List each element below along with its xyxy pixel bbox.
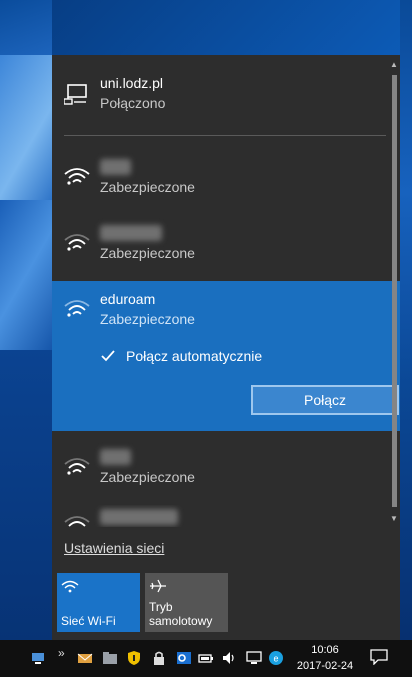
wifi-network-name [100, 159, 132, 175]
auto-connect-checkbox[interactable]: Połącz automatycznie [100, 347, 262, 365]
wifi-tile-label: Sieć Wi-Fi [61, 614, 116, 628]
blurred-network-name [100, 225, 163, 241]
network-settings-link[interactable]: Ustawienia sieci [64, 540, 164, 556]
wifi-secured-icon [64, 513, 90, 527]
wifi-network-status: Zabezpieczone [100, 311, 195, 327]
airplane-icon [149, 579, 167, 593]
blurred-network-name [100, 159, 132, 175]
wifi-network-selected[interactable]: eduroam Zabezpieczone Połącz automatyczn… [52, 281, 400, 431]
quick-action-tiles: Sieć Wi-Fi Tryb samolotowy [57, 573, 228, 632]
wallpaper-panel [0, 350, 52, 640]
mail-icon[interactable] [77, 650, 93, 666]
shield-icon[interactable] [126, 650, 142, 666]
wifi-network-name [100, 225, 163, 241]
connected-network-status: Połączono [100, 95, 166, 111]
ethernet-icon [63, 83, 88, 105]
wallpaper-panel [0, 0, 52, 55]
wifi-network-status: Zabezpieczone [100, 179, 195, 195]
divider [64, 135, 386, 136]
wifi-secured-icon [64, 231, 90, 251]
wifi-network-name: eduroam [100, 291, 156, 307]
wifi-tile[interactable]: Sieć Wi-Fi [57, 573, 140, 632]
checkmark-icon[interactable] [100, 348, 116, 364]
chevron-icon[interactable]: » [58, 646, 74, 662]
outlook-icon[interactable] [176, 650, 192, 666]
wifi-network-name [100, 449, 132, 465]
notification-icon[interactable] [370, 649, 388, 666]
skype-icon[interactable]: e [268, 650, 284, 666]
scrollbar-thumb[interactable] [392, 75, 397, 507]
svg-text:e: e [273, 654, 278, 664]
wifi-network-item[interactable]: Zabezpieczone [52, 149, 388, 215]
wifi-network-status: Zabezpieczone [100, 245, 195, 261]
scrollbar[interactable]: ▲ ▼ [388, 55, 400, 525]
wallpaper-panel [400, 0, 412, 640]
network-flyout: uni.lodz.pl Połączono Zabezpieczone Zabe… [52, 55, 400, 640]
taskbar-clock[interactable]: 10:06 2017-02-24 [294, 642, 356, 674]
connected-network[interactable]: uni.lodz.pl Połączono [52, 55, 388, 135]
wifi-network-item[interactable]: Zabezpieczone [52, 215, 388, 281]
clock-date: 2017-02-24 [296, 660, 354, 672]
folder-icon[interactable] [102, 650, 118, 666]
airplane-tile-label: Tryb samolotowy [149, 600, 213, 628]
network-icon[interactable] [30, 650, 46, 666]
wifi-network-status: Zabezpieczone [100, 469, 195, 485]
wifi-network-name [100, 509, 178, 525]
scroll-up-icon[interactable]: ▲ [390, 61, 398, 69]
wifi-network-item[interactable]: Zabezpieczone [52, 439, 388, 505]
auto-connect-label: Połącz automatycznie [126, 348, 263, 364]
wallpaper-panel [0, 200, 52, 350]
wifi-secured-icon [64, 455, 90, 475]
lock-icon[interactable] [151, 650, 167, 666]
monitor-icon[interactable] [246, 650, 262, 666]
wifi-secured-icon [64, 297, 90, 317]
wifi-secured-icon [64, 165, 90, 185]
blurred-network-name [100, 509, 178, 525]
scroll-down-icon[interactable]: ▼ [390, 515, 398, 523]
taskbar: » e 10:06 2017-02-24 [0, 640, 412, 677]
connect-button[interactable]: Połącz [251, 385, 399, 415]
connected-network-name: uni.lodz.pl [100, 75, 164, 91]
volume-icon[interactable] [221, 650, 237, 666]
clock-time: 10:06 [311, 644, 339, 656]
blurred-network-name [100, 449, 132, 465]
wifi-network-item[interactable] [52, 505, 388, 527]
airplane-mode-tile[interactable]: Tryb samolotowy [145, 573, 228, 632]
wallpaper-panel [0, 55, 52, 200]
battery-icon[interactable] [198, 650, 214, 666]
wifi-icon [61, 579, 79, 593]
